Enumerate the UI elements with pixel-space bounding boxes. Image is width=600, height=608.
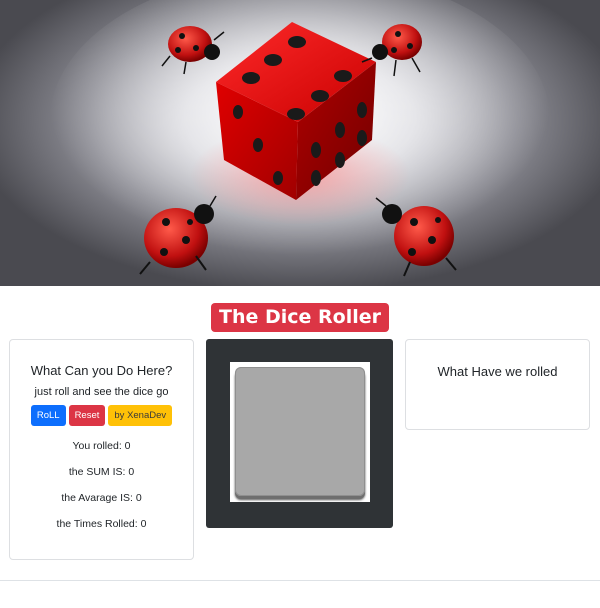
title-wrapper: The Dice Roller bbox=[0, 303, 600, 332]
dice-face[interactable] bbox=[235, 367, 365, 496]
average-text: the Avarage IS: 0 bbox=[61, 492, 142, 504]
sum-text: the SUM IS: 0 bbox=[68, 466, 135, 478]
info-card: What Can you Do Here? just roll and see … bbox=[9, 339, 194, 560]
credit-button[interactable]: by XenaDev bbox=[108, 405, 173, 426]
info-card-subtitle: just roll and see the dice go bbox=[34, 386, 169, 398]
page-title: The Dice Roller bbox=[210, 303, 389, 332]
history-card-heading: What Have we rolled bbox=[437, 364, 558, 379]
you-rolled-text: You rolled: 0 bbox=[72, 440, 131, 452]
footer-divider bbox=[0, 580, 600, 581]
dice-frame bbox=[230, 362, 370, 502]
button-group: RoLL Reset by XenaDev bbox=[10, 405, 193, 426]
times-rolled-text: the Times Rolled: 0 bbox=[56, 518, 147, 530]
dice-ladybug-illustration bbox=[50, 0, 550, 277]
history-card: What Have we rolled bbox=[405, 339, 590, 430]
reset-button[interactable]: Reset bbox=[68, 405, 106, 426]
roll-button[interactable]: RoLL bbox=[30, 405, 66, 426]
hero-image bbox=[0, 0, 600, 286]
dice-display-panel bbox=[206, 339, 393, 528]
info-card-heading: What Can you Do Here? bbox=[30, 363, 173, 378]
